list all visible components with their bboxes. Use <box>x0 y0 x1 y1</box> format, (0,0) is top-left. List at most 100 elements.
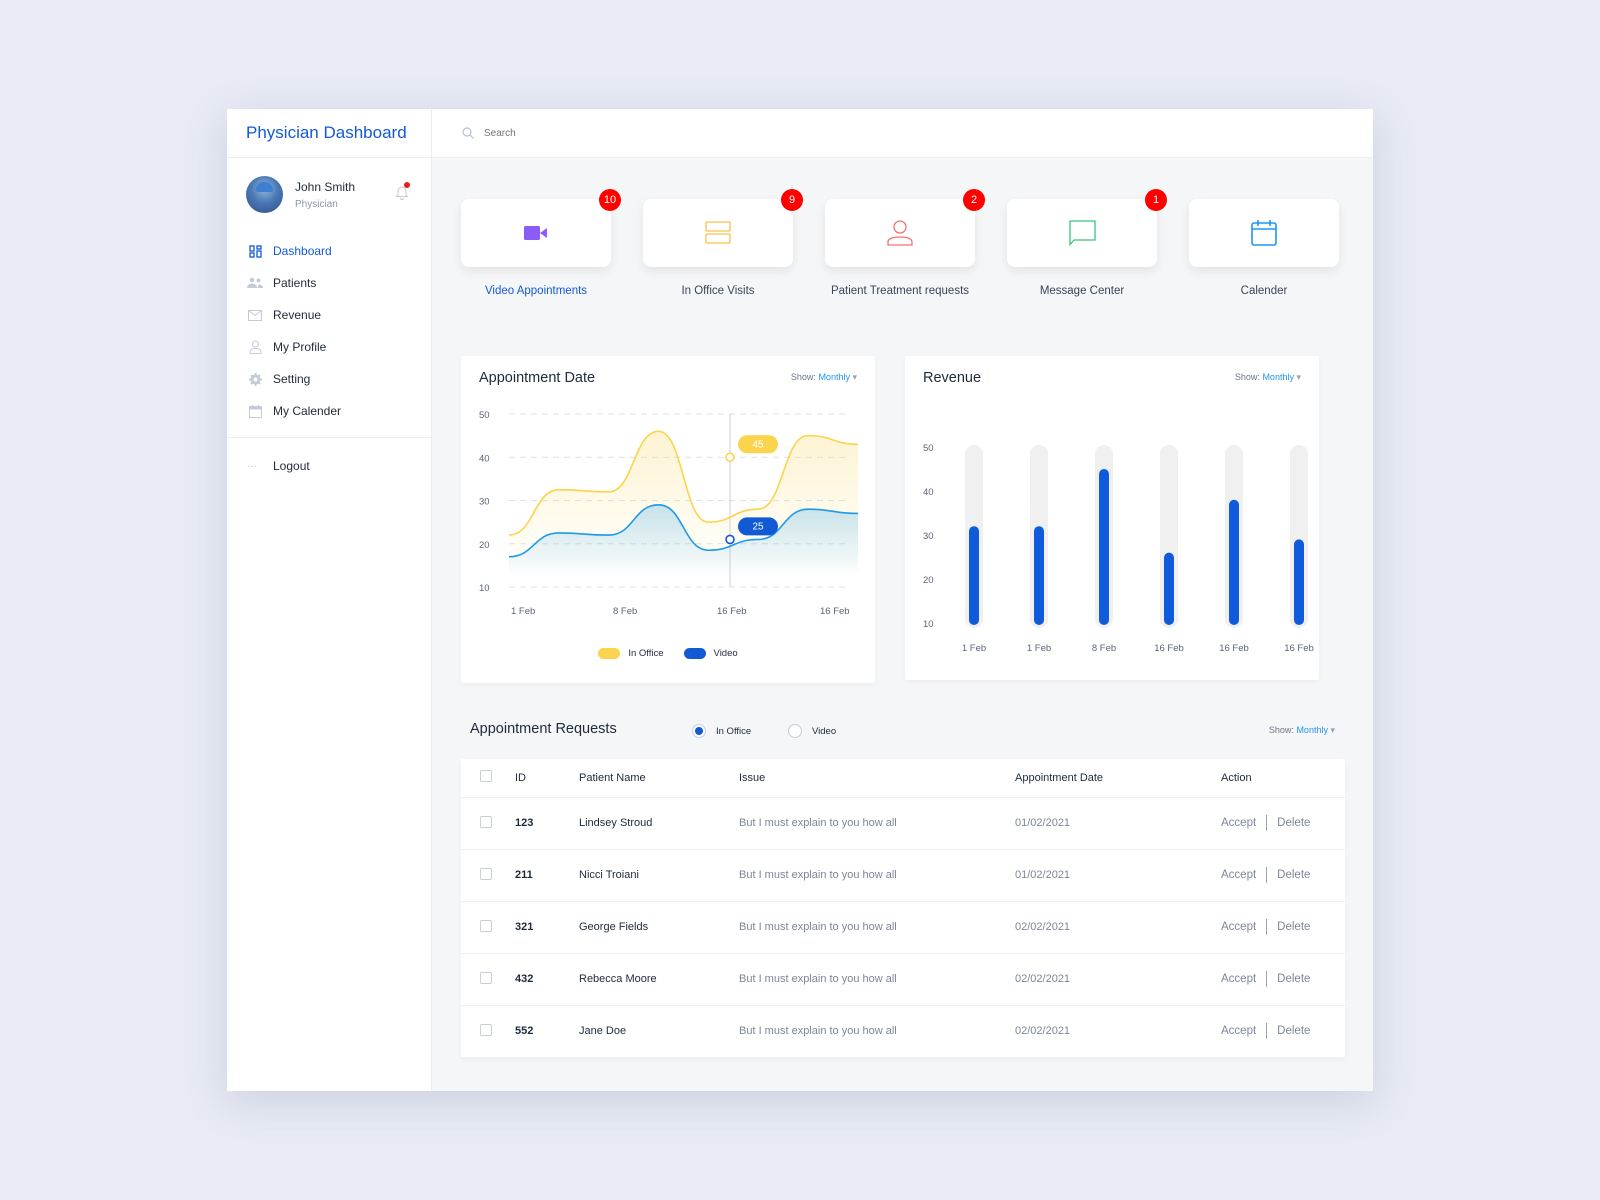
tile-label: In Office Visits <box>681 285 755 297</box>
accept-button[interactable]: Accept <box>1221 869 1256 881</box>
mail-icon <box>247 307 263 323</box>
quick-tiles: Video Appointments 10 In Office Visits 9… <box>461 189 1371 300</box>
user-profile[interactable]: John Smith Physician <box>227 158 431 213</box>
cell-patient-name: Nicci Troiani <box>579 849 739 902</box>
action-divider <box>1266 867 1268 883</box>
logout-button[interactable]: ··· Logout <box>227 450 431 482</box>
chart-legend: In Office Video <box>461 648 875 659</box>
tile-calender[interactable]: Calender <box>1189 199 1339 300</box>
x-tick-label: 16 Feb <box>1154 643 1184 654</box>
count-badge: 2 <box>963 189 985 211</box>
delete-button[interactable]: Delete <box>1277 817 1310 829</box>
cell-id: 123 <box>515 797 579 850</box>
cell-issue: But I must explain to you how all <box>739 901 1015 954</box>
count-badge: 9 <box>781 189 803 211</box>
point-in-office <box>725 452 735 463</box>
accept-button[interactable]: Accept <box>1221 973 1256 985</box>
sidebar-item-dashboard[interactable]: Dashboard <box>227 235 431 267</box>
row-checkbox[interactable] <box>480 1023 492 1036</box>
tile-label: Patient Treatment requests <box>830 285 970 297</box>
column-header: Action <box>1221 759 1345 798</box>
grid-icon <box>247 243 263 259</box>
tooltip-in-office-value: 45 <box>752 439 764 450</box>
x-tick-label: 1 Feb <box>1027 643 1051 654</box>
sidebar-item-label: Patients <box>273 276 317 290</box>
sidebar-item-setting[interactable]: Setting <box>227 363 431 395</box>
tile-video-appointments[interactable]: Video Appointments 10 <box>461 189 621 300</box>
y-tick-label: 40 <box>923 487 934 498</box>
sidebar-item-patients[interactable]: Patients <box>227 267 431 299</box>
delete-button[interactable]: Delete <box>1277 869 1310 881</box>
row-checkbox[interactable] <box>480 867 492 880</box>
gear-icon <box>247 371 263 387</box>
cell-issue: But I must explain to you how all <box>739 1005 1015 1058</box>
x-tick-label: 16 Feb <box>1284 643 1314 654</box>
top-bar <box>432 109 1373 158</box>
message-icon <box>1068 220 1096 246</box>
accept-button[interactable]: Accept <box>1221 817 1256 829</box>
tile-patient-treatment-requests[interactable]: Patient Treatment requests 2 <box>825 189 985 300</box>
logout-label: Logout <box>273 459 310 473</box>
legend-label: In Office <box>628 648 664 659</box>
accept-button[interactable]: Accept <box>1221 1025 1256 1037</box>
x-tick-label: 1 Feb <box>511 606 535 617</box>
patient-icon <box>887 220 913 246</box>
point-video <box>725 534 735 545</box>
bar <box>1164 552 1174 625</box>
column-header: ID <box>515 759 579 798</box>
delete-button[interactable]: Delete <box>1277 1025 1310 1037</box>
legend-swatch-video <box>683 648 706 659</box>
x-tick-label: 16 Feb <box>820 606 850 617</box>
cell-patient-name: Rebecca Moore <box>579 953 739 1006</box>
revenue-card: Revenue Show: Monthly ▾ 50 40 30 20 10 1 Feb 1… <box>905 356 1319 680</box>
table-row: 321 George Fields But I must explain to … <box>461 901 1345 954</box>
y-tick-label: 10 <box>923 619 934 630</box>
legend-label: Video <box>713 648 738 659</box>
calendar-icon <box>1251 220 1277 246</box>
delete-button[interactable]: Delete <box>1277 973 1310 985</box>
bar <box>1099 469 1109 625</box>
search-icon <box>462 127 474 139</box>
notification-bell-icon[interactable] <box>395 182 410 200</box>
table-row: 123 Lindsey Stroud But I must explain to… <box>461 797 1345 850</box>
y-tick-label: 20 <box>923 575 934 586</box>
table-row: 211 Nicci Troiani But I must explain to … <box>461 849 1345 902</box>
accept-button[interactable]: Accept <box>1221 921 1256 933</box>
tile-label: Video Appointments <box>484 285 588 297</box>
sidebar: Physician Dashboard John Smith Physician… <box>227 109 432 1091</box>
y-tick-label: 40 <box>479 453 490 464</box>
cell-date: 01/02/2021 <box>1015 849 1221 902</box>
sidebar-item-my-profile[interactable]: My Profile <box>227 331 431 363</box>
row-checkbox[interactable] <box>480 919 492 932</box>
sidebar-item-my-calender[interactable]: My Calender <box>227 395 431 427</box>
users-icon <box>247 275 263 291</box>
sidebar-divider <box>227 437 431 438</box>
count-badge: 1 <box>1145 189 1167 211</box>
cell-date: 02/02/2021 <box>1015 1005 1221 1058</box>
row-checkbox[interactable] <box>480 815 492 828</box>
tile-in-office-visits[interactable]: In Office Visits 9 <box>643 189 803 300</box>
tile-message-center[interactable]: Message Center 1 <box>1007 189 1167 300</box>
radio-in-office[interactable]: In Office <box>692 724 751 738</box>
action-divider <box>1266 1023 1268 1039</box>
y-tick-label: 50 <box>479 410 490 421</box>
delete-button[interactable]: Delete <box>1277 921 1310 933</box>
count-badge: 10 <box>599 189 621 211</box>
appointment-line-chart: 50 40 30 20 10 1 Feb 8 Feb 16 Feb 16 Feb 45 25 <box>479 410 859 617</box>
row-checkbox[interactable] <box>480 971 492 984</box>
sidebar-item-label: My Calender <box>273 404 342 418</box>
radio-video[interactable]: Video <box>788 724 836 738</box>
sidebar-item-label: Dashboard <box>273 244 332 258</box>
show-period-dropdown[interactable]: Show: Monthly ▾ <box>1269 725 1335 736</box>
sidebar-item-revenue[interactable]: Revenue <box>227 299 431 331</box>
select-all-checkbox[interactable] <box>480 770 492 783</box>
cell-date: 02/02/2021 <box>1015 953 1221 1006</box>
appointment-requests-table: ID Patient Name Issue Appointment Date A… <box>461 759 1345 1058</box>
user-name: John Smith <box>295 179 356 194</box>
avatar <box>246 176 283 213</box>
cell-date: 02/02/2021 <box>1015 901 1221 954</box>
sidebar-nav: Dashboard Patients Revenue My Profile Se… <box>227 235 431 427</box>
search-input[interactable] <box>484 127 784 139</box>
x-tick-label: 8 Feb <box>613 606 637 617</box>
tile-label: Message Center <box>1039 285 1125 297</box>
